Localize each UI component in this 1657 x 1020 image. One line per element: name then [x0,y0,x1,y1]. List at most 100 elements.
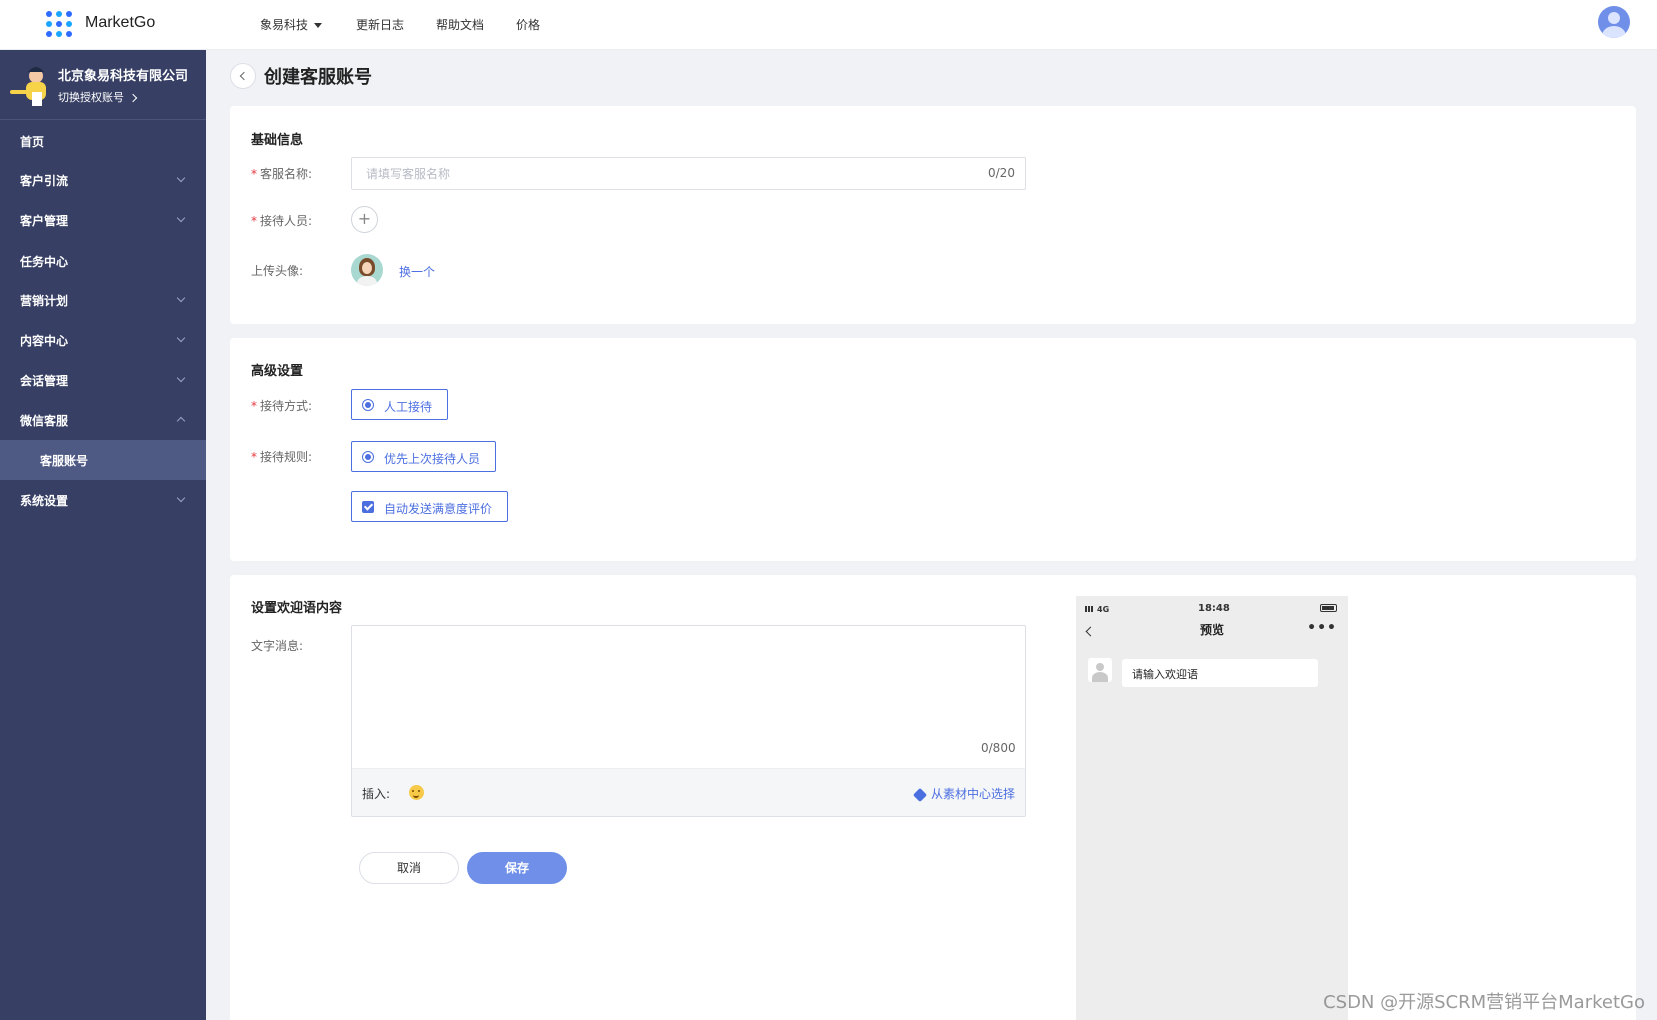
service-name-field[interactable] [351,157,1026,190]
radio-selected-icon [362,399,374,411]
required-mark: * [251,167,257,181]
save-button[interactable]: 保存 [467,852,567,884]
signal-bars-icon [1085,606,1095,612]
chevron-down-icon [176,493,186,503]
chat-avatar-body [1092,672,1108,682]
cube-icon [912,787,928,802]
sidebar-item-system-settings[interactable]: 系统设置 [0,480,206,520]
sidebar-item-label: 会话管理 [20,374,69,388]
required-mark: * [251,214,257,228]
basic-info-title: 基础信息 [251,133,304,148]
phone-preview: 4G 18:48 预览 ••• 请输入欢迎语 [1076,596,1348,1020]
reception-mode-label: * 接待方式: [251,397,312,414]
emoji-icon[interactable] [409,785,424,800]
brand-name: MarketGo [85,14,156,31]
material-center-link[interactable]: 从素材中心选择 [912,785,1015,802]
sidebar-item-wechat-service[interactable]: 微信客服 [0,400,206,440]
reception-mode-label-text: 接待方式: [260,399,313,413]
service-name-label: * 客服名称: [251,165,312,182]
network-type: 4G [1097,605,1110,614]
org-name: 北京象易科技有限公司 [58,69,189,84]
user-head-shape [1608,12,1620,24]
insert-toolbar: 插入: 从素材中心选择 [352,768,1025,816]
top-bar: MarketGo 象易科技 更新日志 帮助文档 价格 [0,0,1657,50]
sidebar-item-label: 系统设置 [20,494,69,508]
sidebar-item-label: 任务中心 [20,255,69,269]
welcome-title: 设置欢迎语内容 [251,601,343,616]
change-avatar-link[interactable]: 换一个 [399,263,435,280]
more-dots-icon: ••• [1307,620,1337,636]
chat-avatar-head [1096,663,1104,671]
phone-status-bar: 4G 18:48 [1076,596,1348,614]
chevron-left-icon [239,71,249,81]
avatar-body-shape [357,276,377,286]
sidebar-item-label: 客服账号 [40,454,89,468]
marketgo-logo-icon[interactable] [46,11,74,39]
sidebar-item-session-mgmt[interactable]: 会话管理 [0,360,206,400]
chevron-up-icon [176,416,186,426]
sidebar-item-label: 内容中心 [20,334,69,348]
nav-company-dropdown[interactable]: 象易科技 [260,16,323,33]
sidebar-item-label: 客户管理 [20,214,69,228]
chevron-down-icon [176,213,186,223]
nav-pricing[interactable]: 价格 [516,16,540,33]
cancel-button[interactable]: 取消 [359,852,459,884]
manual-reception-label: 人工接待 [384,400,433,414]
chevron-right-icon [128,93,138,103]
chat-avatar-icon [1088,658,1112,682]
auto-satisfaction-label: 自动发送满意度评价 [384,502,493,516]
signal-indicator: 4G [1085,605,1109,614]
radio-selected-icon [362,451,374,463]
sidebar-item-lead-gen[interactable]: 客户引流 [0,160,206,200]
advanced-title: 高级设置 [251,364,304,379]
service-name-label-text: 客服名称: [260,167,313,181]
org-header[interactable]: 北京象易科技有限公司 切换授权账号 [0,50,206,120]
sidebar: 北京象易科技有限公司 切换授权账号 首页 客户引流 客户管理 任务中心 营销计划… [0,50,206,1020]
user-body-shape [1602,26,1626,38]
org-mascot-icon [10,67,46,106]
sidebar-item-service-account[interactable]: 客服账号 [0,440,206,480]
watermark: CSDN @开源SCRM营销平台MarketGo [1323,992,1645,1013]
nav-help-docs[interactable]: 帮助文档 [436,16,484,33]
sidebar-item-label: 微信客服 [20,414,69,428]
service-name-counter: 0/20 [988,166,1015,180]
sidebar-item-customer-mgmt[interactable]: 客户管理 [0,200,206,240]
manual-reception-radio[interactable]: 人工接待 [351,389,448,420]
user-avatar[interactable] [1598,6,1630,38]
service-name-input[interactable] [352,158,952,189]
avatar-face-shape [362,262,372,274]
auto-satisfaction-checkbox[interactable]: 自动发送满意度评价 [351,491,508,522]
sidebar-item-marketing-plan[interactable]: 营销计划 [0,280,206,320]
sidebar-item-task-center[interactable]: 任务中心 [0,241,206,281]
welcome-bubble: 请输入欢迎语 [1122,659,1318,687]
sidebar-item-home[interactable]: 首页 [0,121,206,161]
welcome-text-field[interactable]: 0/800 插入: 从素材中心选择 [351,625,1026,817]
welcome-textarea[interactable] [352,626,1025,766]
chevron-down-icon [176,333,186,343]
sidebar-item-content-center[interactable]: 内容中心 [0,320,206,360]
switch-account-label: 切换授权账号 [58,91,124,104]
phone-time: 18:48 [1198,603,1230,614]
back-button[interactable] [230,63,256,89]
page-title: 创建客服账号 [264,67,372,88]
required-mark: * [251,450,257,464]
sidebar-item-label: 首页 [20,135,45,149]
nav-changelog[interactable]: 更新日志 [356,16,404,33]
chevron-down-icon [176,293,186,303]
chevron-down-icon [176,173,186,183]
welcome-counter: 0/800 [981,741,1016,755]
switch-account-link[interactable]: 切换授权账号 [58,89,138,105]
add-staff-button[interactable]: + [351,206,378,233]
prefer-last-staff-radio[interactable]: 优先上次接待人员 [351,441,496,472]
chevron-down-icon [176,373,186,383]
checkbox-checked-icon [362,501,374,513]
nav-company-label: 象易科技 [260,18,309,32]
staff-label: * 接待人员: [251,212,312,229]
staff-label-text: 接待人员: [260,214,313,228]
battery-icon [1320,604,1337,612]
prefer-last-staff-label: 优先上次接待人员 [384,452,481,466]
reception-rule-label: * 接待规则: [251,448,312,465]
caret-down-icon [314,23,323,28]
text-message-label: 文字消息: [251,639,304,653]
plus-icon: + [357,209,372,228]
